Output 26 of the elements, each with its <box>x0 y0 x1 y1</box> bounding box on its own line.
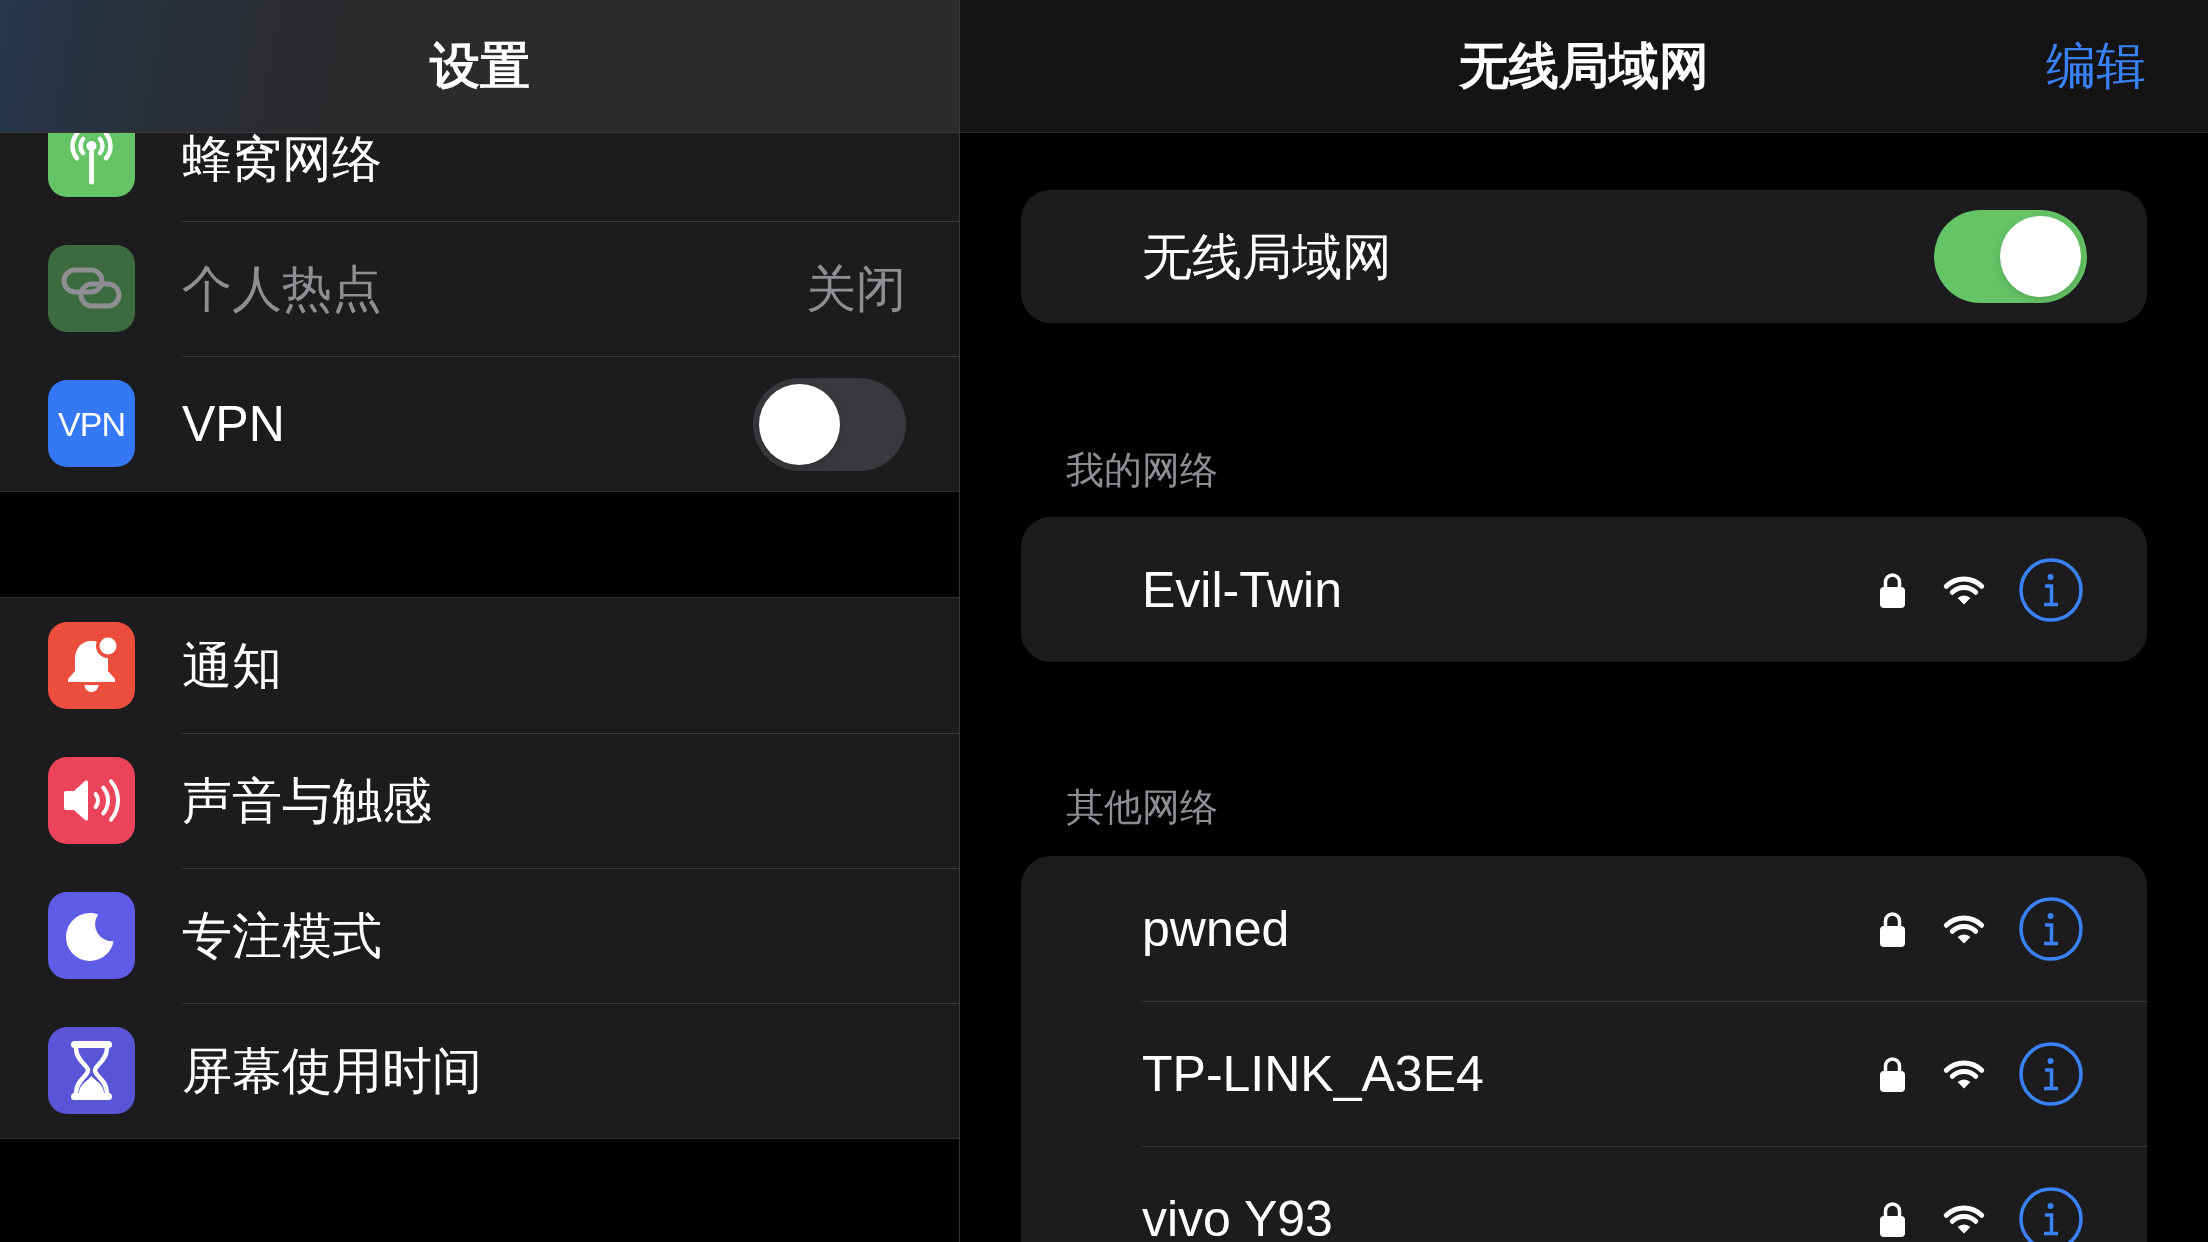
network-name[interactable]: TP-LINK_A3E4 <box>1142 1046 1484 1102</box>
info-button[interactable] <box>2019 557 2083 622</box>
section-header: 其他网络 <box>1066 788 1218 826</box>
wifi-toggle-label: 无线局域网 <box>1142 227 1392 287</box>
setting-value: 关闭 <box>806 260 906 319</box>
info-icon <box>2019 1187 2083 1242</box>
info-icon <box>2019 896 2083 961</box>
info-button[interactable] <box>2019 1187 2083 1242</box>
network-name[interactable]: pwned <box>1142 900 1290 957</box>
settings-item-label[interactable]: 声音与触感 <box>182 771 432 831</box>
settings-item-label[interactable]: VPN <box>182 394 285 454</box>
network-name[interactable]: vivo Y93 <box>1142 1191 1333 1242</box>
info-icon <box>2019 557 2083 622</box>
vpn-logo: VPN <box>48 380 135 467</box>
settings-item-label[interactable]: 蜂窝网络 <box>182 133 382 185</box>
section-header: 我的网络 <box>1066 451 1218 489</box>
navigation-title: 无线局域网 <box>1459 37 1709 96</box>
settings-item-label[interactable]: 专注模式 <box>182 906 382 966</box>
navigation-title: 设置 <box>429 37 530 96</box>
info-icon <box>2019 1042 2083 1106</box>
settings-item-label[interactable]: 通知 <box>182 635 282 696</box>
info-button[interactable] <box>2019 1042 2083 1106</box>
settings-item-label[interactable]: 屏幕使用时间 <box>182 1041 482 1101</box>
network-name[interactable]: Evil-Twin <box>1142 561 1343 618</box>
edit-button[interactable]: 编辑 <box>2046 36 2146 96</box>
info-button[interactable] <box>2019 896 2083 961</box>
